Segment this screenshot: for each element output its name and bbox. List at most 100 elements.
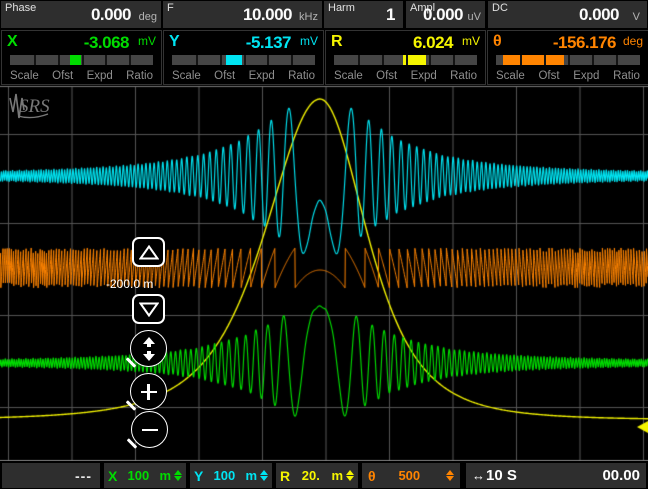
softkey-scale[interactable]: Scale bbox=[172, 70, 201, 82]
arrows-up-down-icon bbox=[140, 337, 158, 361]
softkey-scale[interactable]: Scale bbox=[10, 70, 39, 82]
setting-unit: kHz bbox=[299, 11, 318, 23]
softkey-ofst[interactable]: Ofst bbox=[214, 70, 235, 82]
triangle-down-icon bbox=[139, 302, 159, 317]
softkey-ofst[interactable]: Ofst bbox=[376, 70, 397, 82]
softkey-ofst[interactable]: Ofst bbox=[52, 70, 73, 82]
softkey-blank[interactable]: --- bbox=[2, 463, 100, 488]
channel-unit: mV bbox=[138, 34, 156, 48]
bar-tick bbox=[105, 55, 107, 65]
srs-logo-text: SRS bbox=[19, 96, 50, 117]
pan-vertical-button[interactable] bbox=[130, 330, 167, 367]
softkey-expd[interactable]: Expd bbox=[87, 70, 113, 82]
scroll-up-button[interactable] bbox=[132, 237, 165, 267]
channel-letter: R bbox=[280, 468, 290, 484]
dc-setting[interactable]: DC 0.000 V bbox=[488, 1, 647, 28]
channel-letter: R bbox=[331, 33, 343, 51]
setting-value: 0.000 bbox=[91, 5, 131, 25]
channel-letter: Y bbox=[194, 468, 203, 484]
phase-setting[interactable]: Phase 0.000 deg bbox=[1, 1, 161, 28]
offset-bar-track[interactable] bbox=[172, 55, 315, 65]
setting-label: Harm bbox=[328, 2, 355, 14]
bar-tick bbox=[520, 55, 522, 65]
offset-bar-track[interactable] bbox=[496, 55, 640, 65]
blank-indicator: --- bbox=[2, 468, 100, 484]
setting-unit: V bbox=[633, 11, 640, 23]
channel-letter: θ bbox=[493, 33, 502, 51]
setting-unit: uV bbox=[468, 11, 481, 23]
softkey-timebase[interactable]: ↔10 S 00.00 bbox=[466, 463, 646, 488]
setting-label: F bbox=[167, 2, 174, 14]
channel-softkeys: Scale Ofst Expd Ratio bbox=[496, 70, 640, 82]
channel-unit: mV bbox=[300, 34, 318, 48]
scale-unit: m bbox=[331, 468, 354, 483]
softkey-ratio[interactable]: Ratio bbox=[126, 70, 153, 82]
bar-tick bbox=[244, 55, 246, 65]
frequency-setting[interactable]: F 10.000 kHz bbox=[163, 1, 322, 28]
bar-tick bbox=[568, 55, 570, 65]
bar-tick bbox=[34, 55, 36, 65]
softkey-ratio[interactable]: Ratio bbox=[613, 70, 640, 82]
bar-tick bbox=[592, 55, 594, 65]
offset-value-readout: -200.0 m bbox=[106, 277, 170, 291]
channel-letter: X bbox=[108, 468, 117, 484]
channel-softkeys: Scale Ofst Expd Ratio bbox=[10, 70, 153, 82]
softkey-ofst[interactable]: Ofst bbox=[538, 70, 559, 82]
channel-x-readout[interactable]: X -3.068 mV Scale Ofst Expd Ratio bbox=[1, 30, 162, 85]
bar-tick bbox=[291, 55, 293, 65]
channel-softkeys: Scale Ofst Expd Ratio bbox=[334, 70, 477, 82]
softkey-ratio[interactable]: Ratio bbox=[450, 70, 477, 82]
scale-value: 100 bbox=[117, 468, 159, 483]
softkey-scale[interactable]: Scale bbox=[334, 70, 363, 82]
softkey-expd[interactable]: Expd bbox=[411, 70, 437, 82]
offset-bar-indicator bbox=[226, 55, 242, 65]
plus-magnifier-icon bbox=[141, 384, 157, 400]
setting-unit: deg bbox=[139, 11, 157, 23]
offset-bar-indicator bbox=[70, 55, 81, 65]
scale-value: 20. bbox=[290, 468, 331, 483]
channel-letter: θ bbox=[368, 468, 376, 484]
zoom-out-button[interactable] bbox=[131, 411, 168, 448]
timebase-label: ↔10 S bbox=[472, 467, 517, 484]
softkey-x-scale[interactable]: X 100 m bbox=[104, 463, 186, 488]
scroll-down-button[interactable] bbox=[132, 294, 165, 324]
softkey-scale[interactable]: Scale bbox=[496, 70, 525, 82]
channel-r-readout[interactable]: R 6.024 mV Scale Ofst Expd Ratio bbox=[325, 30, 486, 85]
channel-theta-readout[interactable]: θ -156.176 deg Scale Ofst Expd Ratio bbox=[487, 30, 648, 85]
pan-horizontal-icon: ↔ bbox=[472, 468, 485, 483]
channel-unit: mV bbox=[462, 34, 480, 48]
softkey-r-scale[interactable]: R 20. m bbox=[276, 463, 358, 488]
channel-value: -3.068 bbox=[84, 33, 129, 53]
scale-unit bbox=[443, 470, 454, 481]
offset-bar-track[interactable] bbox=[10, 55, 153, 65]
zoom-in-button[interactable] bbox=[130, 373, 167, 410]
srs-logo: SRS bbox=[6, 90, 52, 126]
elapsed-clock: 00.00 bbox=[602, 467, 640, 484]
softkey-expd[interactable]: Expd bbox=[249, 70, 275, 82]
softkey-expd[interactable]: Expd bbox=[573, 70, 599, 82]
bar-tick bbox=[453, 55, 455, 65]
spinner-arrows-icon bbox=[260, 470, 268, 481]
setting-label: Phase bbox=[5, 2, 36, 14]
bar-tick bbox=[429, 55, 431, 65]
bar-tick bbox=[544, 55, 546, 65]
softkey-y-scale[interactable]: Y 100 m bbox=[190, 463, 272, 488]
softkey-ratio[interactable]: Ratio bbox=[288, 70, 315, 82]
offset-bar-track[interactable] bbox=[334, 55, 477, 65]
trace-graph-canvas[interactable] bbox=[0, 85, 648, 461]
scale-value: 500 bbox=[376, 468, 443, 483]
bar-tick bbox=[616, 55, 618, 65]
scale-unit: m bbox=[245, 468, 268, 483]
channel-softkeys: Scale Ofst Expd Ratio bbox=[172, 70, 315, 82]
bar-tick bbox=[358, 55, 360, 65]
channel-letter: X bbox=[7, 33, 18, 51]
channel-letter: Y bbox=[169, 33, 180, 51]
bar-tick bbox=[58, 55, 60, 65]
triangle-up-icon bbox=[139, 245, 159, 260]
harmonic-setting[interactable]: Harm 1 bbox=[324, 1, 403, 28]
softkey-theta-scale[interactable]: θ 500 bbox=[362, 463, 460, 488]
channel-value: -156.176 bbox=[553, 33, 616, 53]
amplitude-setting[interactable]: Ampl 0.000 uV bbox=[406, 1, 485, 28]
setting-label: DC bbox=[492, 2, 508, 14]
channel-y-readout[interactable]: Y -5.137 mV Scale Ofst Expd Ratio bbox=[163, 30, 324, 85]
